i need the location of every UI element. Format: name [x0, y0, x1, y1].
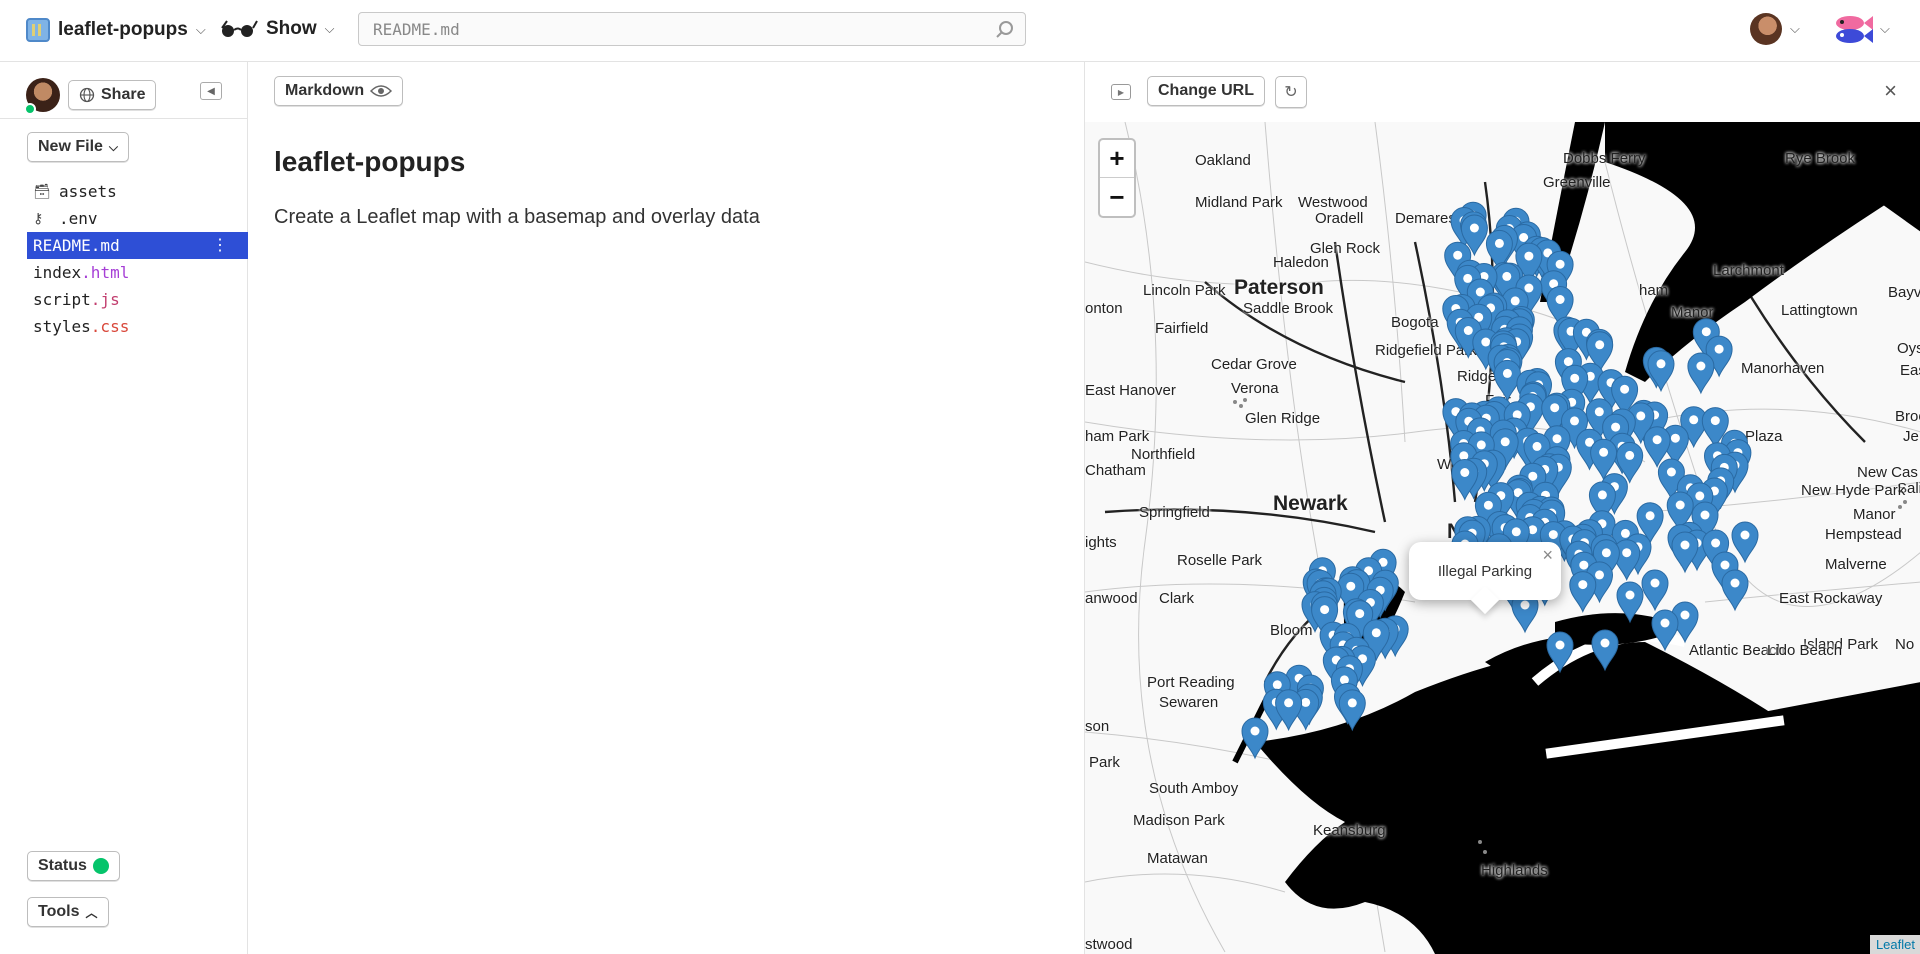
sidebar-top: Share: [24, 78, 157, 115]
file-item-script-js[interactable]: script .js: [27, 286, 248, 313]
chevron-down-icon: ⌵: [1790, 21, 1800, 36]
online-status-dot: [24, 103, 36, 115]
show-label: Show: [266, 18, 317, 39]
chevron-up-icon: ︿: [85, 905, 98, 920]
file-item-assets[interactable]: 🗃 assets: [27, 178, 248, 205]
archive-icon: 🗃: [33, 183, 51, 200]
search-input[interactable]: [359, 13, 959, 45]
chevron-down-icon: ⌵: [195, 22, 206, 37]
project-menu[interactable]: leaflet-popups ⌵: [26, 18, 206, 42]
file-name: index: [33, 263, 82, 282]
preview-toolbar: ▶ Change URL ↻ ×: [1085, 62, 1920, 122]
kebab-menu-icon[interactable]: ⋮: [212, 235, 228, 254]
map-marker-icon[interactable]: [1241, 717, 1269, 760]
markdown-toggle-button[interactable]: Markdown: [274, 76, 404, 106]
markdown-label: Markdown: [285, 82, 365, 99]
project-icon: [26, 18, 50, 42]
chevron-down-icon: ⌵: [1880, 21, 1890, 36]
fish-logo-icon: [1836, 16, 1873, 43]
file-item-readme[interactable]: README.md ⋮: [27, 232, 248, 259]
map-marker-icon[interactable]: [1651, 609, 1679, 652]
account-menu[interactable]: ⌵: [1750, 13, 1800, 45]
leaflet-map[interactable]: Oakland Dobbs Ferry Rye Brook Midland Park W…: [1085, 122, 1920, 954]
file-sidebar: Share ◀ New File ⌵ 🗃 assets ⚷ .env READM…: [0, 62, 248, 954]
change-url-button[interactable]: Change URL: [1147, 76, 1265, 106]
map-marker-icon[interactable]: [1569, 571, 1597, 613]
zoom-in-button[interactable]: +: [1100, 140, 1134, 178]
avatar: [1750, 13, 1782, 45]
globe-icon: [79, 87, 95, 103]
file-name: styles: [33, 317, 91, 336]
map-marker-icon[interactable]: [1731, 521, 1759, 564]
attribution-link[interactable]: Leaflet: [1869, 935, 1920, 954]
glasses-icon: [221, 20, 258, 37]
key-icon: ⚷: [33, 210, 44, 227]
file-list: 🗃 assets ⚷ .env README.md ⋮ index .html s…: [27, 178, 248, 340]
zoom-control: + −: [1098, 138, 1136, 218]
eye-icon: [370, 85, 393, 97]
file-name: README.md: [33, 236, 120, 255]
map-marker-icon[interactable]: [1647, 350, 1675, 393]
chevron-down-icon: ⌵: [108, 139, 119, 154]
app-preview: ▶ Change URL ↻ × Oakland Dobbs Ferry Rye…: [1084, 62, 1920, 954]
status-label: Status: [38, 857, 87, 874]
map-marker-icon[interactable]: [1721, 569, 1749, 612]
file-extension: .js: [90, 290, 120, 309]
markdown-editor[interactable]: Markdown leaflet-popups Create a Leaflet…: [248, 62, 1084, 954]
file-item-styles-css[interactable]: styles .css: [27, 313, 248, 340]
map-marker-icon[interactable]: [1338, 689, 1366, 732]
zoom-out-button[interactable]: −: [1100, 178, 1134, 216]
divider: [0, 118, 248, 119]
search-icon[interactable]: [995, 20, 1015, 40]
refresh-icon: ↻: [1284, 84, 1298, 101]
file-name: assets: [59, 182, 117, 201]
map-marker-icon[interactable]: [1671, 531, 1699, 574]
fish-menu[interactable]: ⌵: [1830, 12, 1890, 46]
popup-close-icon[interactable]: ×: [1542, 545, 1553, 566]
change-url-label: Change URL: [1158, 82, 1254, 99]
collapse-sidebar-button[interactable]: ◀: [200, 82, 222, 100]
file-extension: .css: [90, 317, 130, 336]
map-marker-icon[interactable]: [1546, 631, 1574, 674]
play-icon[interactable]: ▶: [1111, 84, 1131, 100]
marker-popup: Illegal Parking ×: [1409, 542, 1561, 600]
file-item-index-html[interactable]: index .html: [27, 259, 248, 286]
tools-label: Tools: [38, 903, 80, 920]
chevron-down-icon: ⌵: [324, 21, 335, 36]
map-marker-icon[interactable]: [1641, 569, 1669, 612]
map-marker-icon[interactable]: [1687, 352, 1715, 395]
file-item-env[interactable]: ⚷ .env: [27, 205, 248, 232]
document-body: Create a Leaflet map with a basemap and …: [274, 206, 760, 228]
map-marker-icon[interactable]: [1591, 629, 1619, 672]
file-name: script: [33, 290, 91, 309]
avatar[interactable]: [24, 78, 60, 115]
status-indicator: [92, 858, 109, 874]
map-marker-icon[interactable]: [1493, 359, 1521, 402]
show-menu[interactable]: Show ⌵: [220, 18, 335, 40]
close-icon[interactable]: ×: [1884, 78, 1897, 104]
search-box: [358, 12, 1026, 46]
map-marker-icon[interactable]: [1616, 581, 1644, 624]
share-button[interactable]: Share: [68, 80, 157, 110]
document-title: leaflet-popups: [274, 146, 466, 177]
project-name: leaflet-popups: [58, 19, 188, 40]
new-file-button[interactable]: New File ⌵: [27, 132, 130, 162]
top-header: leaflet-popups ⌵ Show ⌵ ⌵ ⌵: [0, 0, 1920, 62]
triangle-left-icon: ◀: [207, 85, 215, 97]
share-label: Share: [101, 86, 146, 103]
status-button[interactable]: Status: [27, 851, 120, 881]
new-file-label: New File: [38, 138, 103, 155]
reload-button[interactable]: ↻: [1275, 76, 1307, 108]
file-extension: .html: [81, 263, 130, 282]
popup-text: Illegal Parking: [1437, 562, 1533, 580]
file-name: .env: [59, 209, 98, 228]
marker-layer: [1241, 201, 1759, 760]
tools-button[interactable]: Tools ︿: [27, 897, 109, 927]
